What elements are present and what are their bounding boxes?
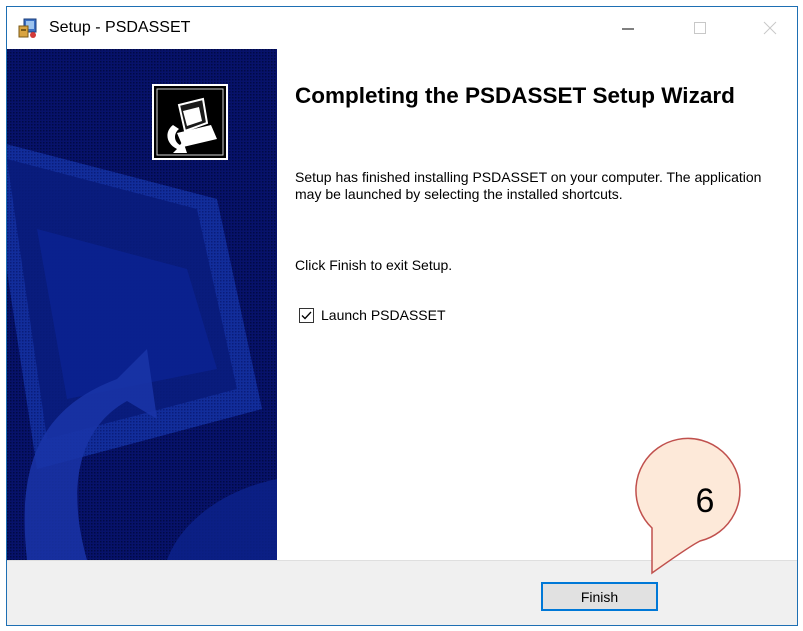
launch-checkbox[interactable] <box>299 307 314 323</box>
minimize-button[interactable] <box>599 7 657 49</box>
close-button[interactable] <box>741 7 797 49</box>
page-title: Completing the PSDASSET Setup Wizard <box>295 83 735 108</box>
completion-message: Setup has finished installing PSDASSET o… <box>295 169 762 202</box>
maximize-icon <box>694 22 706 34</box>
setup-app-icon <box>18 18 37 38</box>
title-bar: Setup - PSDASSET <box>7 7 797 49</box>
setup-window: Setup - PSDASSET Completing the PSDASSET… <box>6 6 798 626</box>
wizard-content: Completing the PSDASSET Setup Wizard Set… <box>277 49 797 560</box>
close-icon <box>763 21 777 35</box>
maximize-button[interactable] <box>671 7 729 49</box>
minimize-icon <box>622 28 634 30</box>
launch-checkbox-row[interactable]: Launch PSDASSET <box>299 307 446 323</box>
computer-install-icon <box>152 84 228 160</box>
window-title: Setup - PSDASSET <box>49 19 191 36</box>
wizard-side-panel <box>7 49 277 560</box>
wizard-footer: Finish <box>7 560 797 625</box>
launch-checkbox-label[interactable]: Launch PSDASSET <box>321 307 446 323</box>
wizard-banner-graphic <box>7 49 277 560</box>
finish-hint: Click Finish to exit Setup. <box>295 257 453 273</box>
finish-button[interactable]: Finish <box>541 582 658 611</box>
